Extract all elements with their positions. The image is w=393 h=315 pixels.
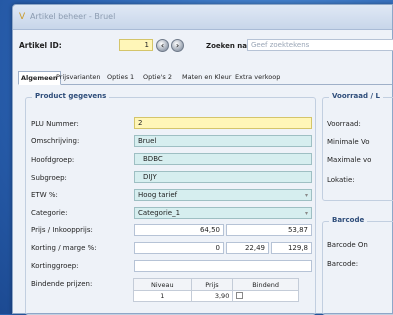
tab-opties-1[interactable]: Opties 1: [105, 71, 136, 85]
chevron-down-icon: ▾: [304, 210, 308, 217]
bindende-prijzen-table[interactable]: Niveau Prijs Bindend 1 3,90: [133, 278, 299, 302]
hoofdgroep-field[interactable]: BDBC: [134, 153, 312, 165]
korting-field[interactable]: 0: [134, 242, 224, 254]
tab-maten-en-kleur[interactable]: Maten en Kleur: [180, 71, 233, 85]
app-icon: V: [19, 12, 26, 22]
categorie-value: Categorie_1: [138, 209, 181, 217]
omschrijving-field[interactable]: Bruel: [134, 135, 312, 147]
title-bar: V Artikel beheer - Bruel: [13, 5, 392, 30]
tab-bar: Algemeen Prijsvarianten Opties 1 Optie's…: [18, 71, 392, 85]
artikel-id-label: Artikel ID:: [19, 41, 62, 50]
btw-select[interactable]: Hoog tarief ▾: [134, 189, 312, 201]
search-input[interactable]: Geef zoektekens: [247, 39, 393, 51]
marge-field[interactable]: 22,49: [226, 242, 269, 254]
barcode-group: Barcode: [322, 216, 393, 315]
bindend-checkbox[interactable]: [236, 291, 244, 299]
categorie-select[interactable]: Categorie_1 ▾: [134, 207, 312, 219]
column-header-bindend[interactable]: Bindend: [232, 278, 299, 291]
marge-percent-field[interactable]: 129,8: [271, 242, 312, 254]
barcode-label: Barcode:: [327, 260, 359, 268]
categorie-label: Categorie:: [31, 209, 68, 217]
subgroep-field[interactable]: DIJY: [134, 171, 312, 183]
voorraad-title: Voorraad / L: [329, 92, 383, 100]
lokatie-label: Lokatie:: [327, 176, 355, 184]
voorraad-label: Voorraad:: [327, 120, 361, 128]
minimale-voorraad-label: Minimale Vo: [327, 138, 370, 146]
subgroep-label: Subgroep:: [31, 174, 67, 182]
product-gegevens-title: Product gegevens: [32, 92, 110, 100]
prijs-label: Prijs / Inkoopprijs:: [31, 226, 93, 234]
voorraad-group: Voorraad / L: [322, 92, 393, 201]
bindende-prijzen-label: Bindende prijzen:: [31, 280, 93, 288]
kortinggroep-field[interactable]: [134, 260, 312, 272]
window-title: Artikel beheer - Bruel: [30, 12, 116, 21]
btw-label: ETW %:: [31, 191, 58, 199]
table-row[interactable]: 1 3,90: [133, 290, 299, 302]
korting-label: Korting / marge %:: [31, 244, 97, 252]
barcode-title: Barcode: [329, 216, 368, 224]
prijs-cell[interactable]: 3,90: [190, 290, 234, 302]
omschrijving-label: Omschrijving:: [31, 137, 80, 145]
column-header-prijs[interactable]: Prijs: [190, 278, 234, 291]
previous-arrow-icon[interactable]: ‹: [156, 39, 169, 52]
prijs-field[interactable]: 64,50: [134, 224, 224, 236]
artikel-beheer-window: V Artikel beheer - Bruel Artikel ID: 1 ‹…: [12, 4, 393, 315]
hoofdgroep-label: Hoofdgroep:: [31, 156, 75, 164]
tab-opties-2[interactable]: Optie's 2: [141, 71, 174, 85]
plu-field[interactable]: 2: [134, 117, 312, 129]
artikel-id-field[interactable]: 1: [119, 39, 153, 51]
maximale-voorraad-label: Maximale vo: [327, 156, 372, 164]
niveau-cell[interactable]: 1: [133, 290, 192, 302]
inkoopprijs-field[interactable]: 53,87: [226, 224, 312, 236]
tab-extra-verkoop[interactable]: Extra verkoop: [233, 71, 282, 85]
next-arrow-icon[interactable]: ›: [171, 39, 184, 52]
kortinggroep-label: Kortinggroep:: [31, 262, 79, 270]
chevron-down-icon: ▾: [304, 192, 308, 199]
barcode-on-label: Barcode On: [327, 241, 368, 249]
bindend-cell[interactable]: [232, 290, 299, 302]
plu-label: PLU Nummer:: [31, 120, 79, 128]
column-header-niveau[interactable]: Niveau: [133, 278, 192, 291]
btw-value: Hoog tarief: [138, 191, 178, 199]
tab-prijsvarianten[interactable]: Prijsvarianten: [54, 71, 103, 85]
